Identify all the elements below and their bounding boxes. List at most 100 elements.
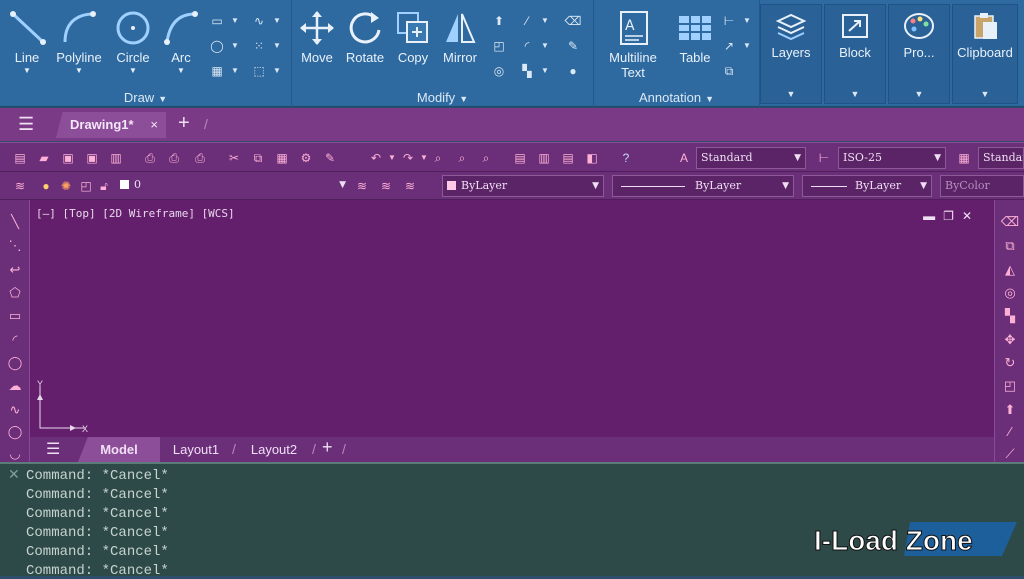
arc-tool-button[interactable]: Arc ▼: [156, 8, 206, 75]
leader-icon[interactable]: ↗: [720, 37, 738, 55]
lineweight-dropdown[interactable]: ByLayer ▼: [802, 175, 932, 197]
scale-icon[interactable]: ◰: [1000, 376, 1020, 396]
block-panel-button[interactable]: Block ▼: [824, 4, 886, 104]
construction-line-icon[interactable]: ⋱: [5, 236, 25, 256]
cut-icon[interactable]: ✂: [226, 150, 242, 166]
ellipse-icon[interactable]: ◯: [5, 422, 25, 442]
zoom-window-icon[interactable]: ⌕: [454, 150, 470, 166]
circle-tool-button[interactable]: Circle ▼: [108, 8, 158, 75]
print-icon[interactable]: ⎙: [142, 150, 158, 166]
tab-model[interactable]: Model: [78, 437, 160, 462]
line-tool-button[interactable]: Line ▼: [2, 8, 52, 75]
publish-icon[interactable]: ⎙: [192, 150, 208, 166]
arc-icon[interactable]: ◜: [5, 330, 25, 350]
rectangle-icon[interactable]: ▭: [208, 12, 226, 30]
color-dropdown[interactable]: ByLayer ▼: [442, 175, 604, 197]
chevron-down-icon[interactable]: ▼: [738, 12, 756, 30]
ellipse-arc-icon[interactable]: ◡: [5, 444, 25, 464]
design-center-icon[interactable]: ▥: [536, 150, 552, 166]
chevron-down-icon[interactable]: ▼: [536, 62, 554, 80]
layer-manager-icon[interactable]: ≋: [12, 178, 28, 194]
layer-on-icon[interactable]: ●: [38, 178, 54, 194]
join-icon[interactable]: ●: [564, 62, 582, 80]
field-icon[interactable]: ⧉: [720, 62, 738, 80]
chevron-down-icon[interactable]: ▼: [268, 37, 286, 55]
line-icon[interactable]: ╲: [5, 212, 25, 232]
move-icon[interactable]: ✥: [1000, 330, 1020, 350]
spline-icon[interactable]: ∿: [250, 12, 268, 30]
viewport-controls[interactable]: [—] [Top] [2D Wireframe] [WCS]: [36, 207, 235, 220]
layer-lock-icon[interactable]: 🔓︎: [96, 178, 112, 194]
annotation-panel-title[interactable]: Annotation ▼: [594, 90, 759, 105]
copy-tool-button[interactable]: Copy: [388, 8, 438, 65]
polyline-icon[interactable]: ↩: [5, 260, 25, 280]
plot-style-dropdown[interactable]: ByColor: [940, 175, 1024, 197]
trim-icon[interactable]: ⁄: [1000, 422, 1020, 442]
close-icon[interactable]: ✕: [8, 466, 20, 483]
menu-icon[interactable]: ☰: [18, 115, 34, 133]
chevron-down-icon[interactable]: ▼: [536, 12, 554, 30]
zoom-previous-icon[interactable]: ⌕: [478, 150, 494, 166]
spline-icon[interactable]: ∿: [5, 400, 25, 420]
hatch-icon[interactable]: ▦: [208, 62, 226, 80]
layer-dropdown[interactable]: 0 ▼: [116, 175, 350, 197]
dim-style-dropdown[interactable]: ISO-25 ▼: [838, 147, 946, 169]
open-file-icon[interactable]: ▰: [36, 150, 52, 166]
properties-palette-icon[interactable]: ▤: [512, 150, 528, 166]
stretch-icon[interactable]: ⬆: [1000, 400, 1020, 420]
close-icon[interactable]: ×: [150, 112, 158, 138]
modify-panel-title[interactable]: Modify ▼: [292, 90, 593, 105]
viewport-window-controls[interactable]: ▬❐✕: [923, 209, 980, 223]
dimension-icon[interactable]: ⊢: [720, 12, 738, 30]
layout-menu-icon[interactable]: ☰: [46, 441, 60, 459]
chevron-down-icon[interactable]: ▼: [268, 12, 286, 30]
table-style-dropdown[interactable]: Standard: [978, 147, 1024, 169]
erase-icon[interactable]: ⌫: [1000, 212, 1020, 232]
help-icon[interactable]: ?: [618, 150, 634, 166]
redo-icon[interactable]: ↷: [400, 150, 416, 166]
rectangle-icon[interactable]: ▭: [5, 306, 25, 326]
layer-previous-icon[interactable]: ≋: [378, 178, 394, 194]
offset-icon[interactable]: ◎: [490, 62, 508, 80]
mirror-icon[interactable]: ◭: [1000, 260, 1020, 280]
tab-drawing1[interactable]: Drawing1* ×: [56, 112, 166, 138]
new-tab-button[interactable]: +: [178, 112, 190, 135]
point-icon[interactable]: ⁙: [250, 37, 268, 55]
layer-state-icon[interactable]: ≋: [402, 178, 418, 194]
layer-viewport-icon[interactable]: ◰: [78, 178, 94, 194]
circle-icon[interactable]: ◯: [5, 353, 25, 373]
chevron-down-icon[interactable]: ▼: [268, 62, 286, 80]
chevron-down-icon[interactable]: ▼: [226, 62, 244, 80]
layer-freeze-icon[interactable]: ✺: [58, 178, 74, 194]
tool-palette-icon[interactable]: ▤: [560, 150, 576, 166]
properties-panel-button[interactable]: Pro... ▼: [888, 4, 950, 104]
ellipse-icon[interactable]: ◯: [208, 37, 226, 55]
erase-icon[interactable]: ⌫: [564, 12, 582, 30]
save-icon[interactable]: ▣: [60, 150, 76, 166]
chevron-down-icon[interactable]: ▼: [384, 150, 400, 166]
chevron-down-icon[interactable]: ▼: [536, 37, 554, 55]
tab-layout1[interactable]: Layout1: [166, 437, 226, 462]
paste-icon[interactable]: ▦: [274, 150, 290, 166]
offset-icon[interactable]: ◎: [1000, 283, 1020, 303]
new-file-icon[interactable]: ▤: [12, 150, 28, 166]
copy-icon[interactable]: ⧉: [1000, 236, 1020, 256]
brush-icon[interactable]: ✎: [322, 150, 338, 166]
mirror-tool-button[interactable]: Mirror: [435, 8, 485, 65]
stretch-icon[interactable]: ⬆: [490, 12, 508, 30]
polyline-tool-button[interactable]: Polyline ▼: [54, 8, 104, 75]
polygon-icon[interactable]: ⬠: [5, 283, 25, 303]
table-button[interactable]: Table: [670, 8, 720, 65]
rotate-tool-button[interactable]: Rotate: [340, 8, 390, 65]
scale-icon[interactable]: ◰: [490, 37, 508, 55]
undo-icon[interactable]: ↶: [368, 150, 384, 166]
chevron-down-icon[interactable]: ▼: [226, 12, 244, 30]
region-icon[interactable]: ⬚: [250, 62, 268, 80]
zoom-realtime-icon[interactable]: ⌕: [430, 150, 446, 166]
print-preview-icon[interactable]: ⎙: [166, 150, 182, 166]
tab-layout2[interactable]: Layout2: [244, 437, 304, 462]
match-properties-icon[interactable]: ⚙: [298, 150, 314, 166]
save-as-icon[interactable]: ▣: [84, 150, 100, 166]
clipboard-panel-button[interactable]: Clipboard ▼: [952, 4, 1018, 104]
extend-icon[interactable]: ⟋: [1000, 444, 1020, 464]
